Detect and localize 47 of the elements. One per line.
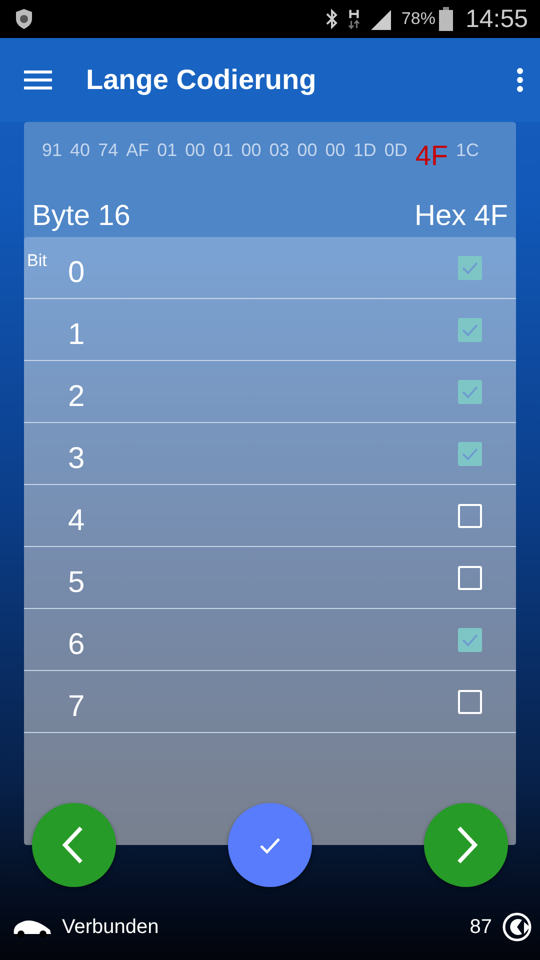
bit-checkbox[interactable] bbox=[458, 318, 482, 342]
battery-icon bbox=[439, 7, 454, 31]
counter: 87 bbox=[470, 916, 492, 938]
hex-byte[interactable]: 74 bbox=[98, 140, 118, 160]
bit-number: 3 bbox=[68, 442, 85, 476]
bit-checkbox[interactable] bbox=[458, 504, 482, 528]
hex-byte[interactable]: 03 bbox=[269, 140, 290, 160]
logo-icon bbox=[502, 912, 532, 942]
bit-checkbox[interactable] bbox=[458, 628, 482, 652]
bit-checkbox[interactable] bbox=[458, 380, 482, 404]
bit-number: 6 bbox=[68, 628, 85, 662]
hex-byte[interactable]: 40 bbox=[70, 140, 90, 160]
menu-icon bbox=[24, 70, 52, 90]
bit-checkbox[interactable] bbox=[458, 690, 482, 714]
battery-percent: 78% bbox=[401, 9, 436, 29]
bit-caption: Bit bbox=[27, 251, 47, 271]
app-title: Lange Codierung bbox=[86, 64, 316, 96]
hex-byte[interactable]: 00 bbox=[297, 140, 318, 160]
more-icon bbox=[516, 67, 524, 93]
hex-byte[interactable]: 4F bbox=[415, 140, 448, 172]
bit-checkbox[interactable] bbox=[458, 256, 482, 280]
bit-number: 4 bbox=[68, 504, 85, 538]
hex-byte[interactable]: 00 bbox=[185, 140, 206, 160]
connection-status: Verbunden bbox=[62, 916, 159, 938]
bit-checkbox[interactable] bbox=[458, 442, 482, 466]
hex-byte[interactable]: 1D bbox=[353, 140, 376, 160]
bit-number: 7 bbox=[68, 690, 85, 724]
bit-number: 0 bbox=[68, 256, 85, 290]
signal-icon bbox=[369, 8, 394, 30]
network-type-icon bbox=[347, 8, 362, 30]
hex-byte[interactable]: 0D bbox=[384, 140, 408, 160]
hex-byte[interactable]: 91 bbox=[42, 140, 62, 160]
hex-byte[interactable]: AF bbox=[126, 140, 150, 160]
bit-number: 5 bbox=[68, 566, 85, 600]
hex-byte[interactable]: 01 bbox=[213, 140, 234, 160]
hex-byte[interactable]: 00 bbox=[241, 140, 262, 160]
clock: 14:55 bbox=[465, 4, 528, 34]
bit-number: 1 bbox=[68, 318, 85, 352]
bit-checkbox[interactable] bbox=[458, 566, 482, 590]
hex-value: Hex 4F bbox=[414, 200, 508, 233]
bit-number: 2 bbox=[68, 380, 85, 414]
bluetooth-icon bbox=[325, 8, 340, 30]
shield-icon bbox=[14, 8, 34, 30]
byte-label: Byte 16 bbox=[32, 200, 130, 233]
hex-byte[interactable]: 1C bbox=[456, 140, 480, 160]
hex-byte[interactable]: 00 bbox=[325, 140, 346, 160]
hex-byte[interactable]: 01 bbox=[157, 140, 178, 160]
